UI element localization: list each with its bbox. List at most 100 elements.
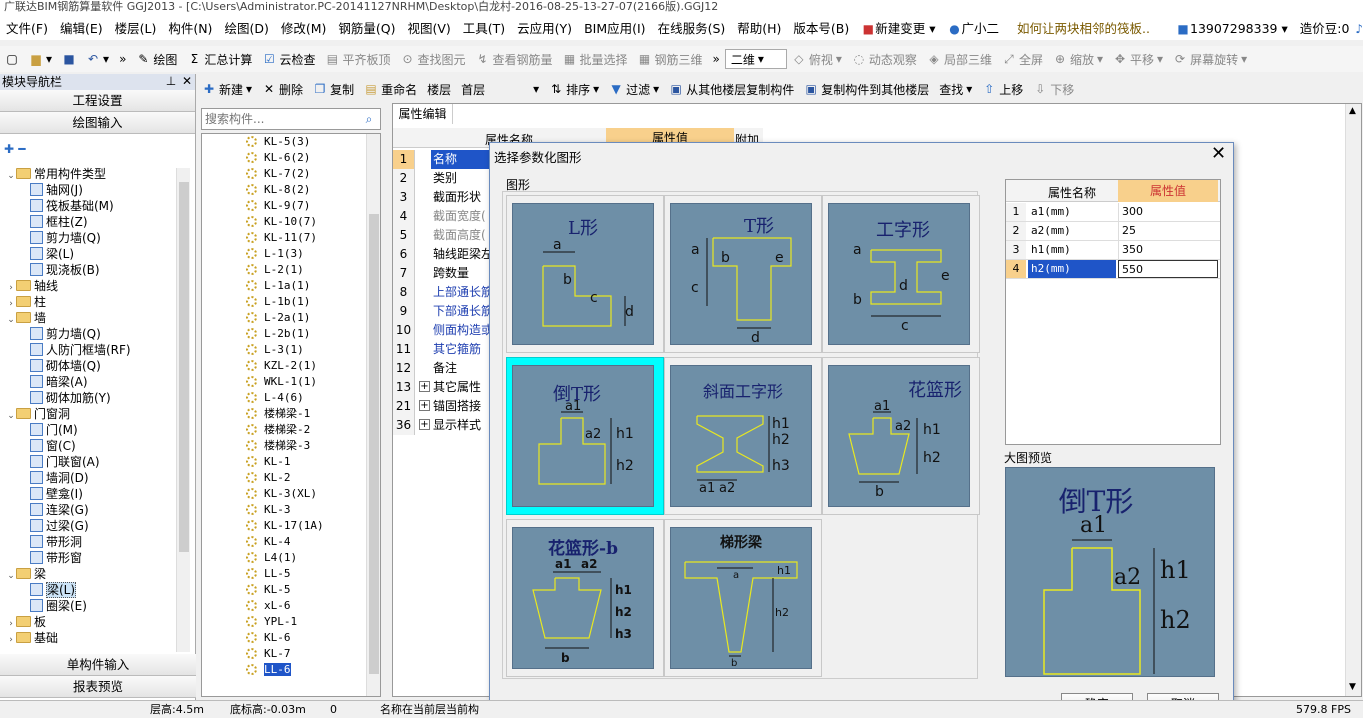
expand-icon[interactable]: + <box>419 419 430 430</box>
component-list-item[interactable]: KL-9(7) <box>202 198 380 214</box>
menu-bim[interactable]: BIM应用(I) <box>578 19 652 39</box>
screen-rotate-button[interactable]: ⟳ 屏幕旋转 ▾ <box>1168 48 1252 70</box>
component-list-item[interactable]: L-1a(1) <box>202 278 380 294</box>
component-list-item[interactable]: L-3(1) <box>202 342 380 358</box>
nav-tree-item[interactable]: › 柱 <box>0 294 195 310</box>
search-input[interactable] <box>202 109 352 129</box>
shape-l[interactable]: L形 a b c d <box>506 195 664 353</box>
component-list-item[interactable]: KL-3 <box>202 502 380 518</box>
component-list-item[interactable]: L-2a(1) <box>202 310 380 326</box>
nav-tree-item[interactable]: 筏板基础(M) <box>0 198 195 214</box>
menu-view[interactable]: 视图(V) <box>401 19 456 39</box>
copy-from-floor-button[interactable]: ▣ 从其他楼层复制构件 <box>664 78 799 100</box>
nav-tree-item[interactable]: 门联窗(A) <box>0 454 195 470</box>
component-list-item[interactable]: 楼梯梁-2 <box>202 422 380 438</box>
nav-tree-item[interactable]: 梁(L) <box>0 582 195 598</box>
rename-component-button[interactable]: ▤ 重命名 <box>359 78 422 100</box>
new-change-button[interactable]: ■新建变更 ▾ <box>855 19 941 39</box>
save-button[interactable]: ■ <box>57 48 81 70</box>
nav-tree-item[interactable]: ⌄ 常用构件类型 <box>0 166 195 182</box>
move-up-button[interactable]: ⇧ 上移 <box>977 78 1028 100</box>
component-list-item[interactable]: L-4(6) <box>202 390 380 406</box>
component-list-item[interactable]: KL-2 <box>202 470 380 486</box>
nav-tree-item[interactable]: 框柱(Z) <box>0 214 195 230</box>
component-list-item[interactable]: KL-11(7) <box>202 230 380 246</box>
ad-link[interactable]: 如何让两块相邻的筏板.. <box>1011 19 1156 39</box>
component-list-item[interactable]: KL-8(2) <box>202 182 380 198</box>
shape-i[interactable]: 工字形 a b d e c <box>822 195 980 353</box>
nav-tree-item[interactable]: › 轴线 <box>0 278 195 294</box>
nav-tree-item[interactable]: › 基础 <box>0 630 195 646</box>
find-button[interactable]: 查找 ▾ <box>934 78 977 100</box>
shape-trapezoid-beam[interactable]: 梯形梁 a h1 h2 b <box>664 519 822 677</box>
component-list-item[interactable]: KL-5(3) <box>202 134 380 150</box>
component-list-item[interactable]: KL-3(XL) <box>202 486 380 502</box>
top-view-button[interactable]: ◇ 俯视 ▾ <box>787 48 847 70</box>
bell-icon[interactable]: ♪ <box>1355 22 1363 36</box>
view-mode-select[interactable]: 二维 ▾ <box>724 49 787 69</box>
draw-input-button[interactable]: 绘图输入 <box>0 112 195 134</box>
component-list-item[interactable]: KL-10(7) <box>202 214 380 230</box>
nav-tree-item[interactable]: 窗(C) <box>0 438 195 454</box>
menu-tools[interactable]: 工具(T) <box>457 19 511 39</box>
property-scrollbar[interactable]: ▲ ▼ <box>1345 104 1361 696</box>
component-list-item[interactable]: LL-5 <box>202 566 380 582</box>
component-list-item[interactable]: KZL-2(1) <box>202 358 380 374</box>
menu-draw[interactable]: 绘图(D) <box>218 19 274 39</box>
draw-button[interactable]: ✎ 绘图 <box>131 48 182 70</box>
menu-floor[interactable]: 楼层(L) <box>109 19 163 39</box>
menu-component[interactable]: 构件(N) <box>162 19 218 39</box>
expand-icon[interactable]: › <box>6 632 16 648</box>
component-list-item[interactable]: L-2(1) <box>202 262 380 278</box>
param-value-input[interactable]: 25 <box>1118 222 1218 240</box>
user-account[interactable]: ■13907298339 ▾ <box>1170 19 1294 39</box>
component-list-item[interactable]: L-1b(1) <box>202 294 380 310</box>
menu-file[interactable]: 文件(F) <box>0 19 54 39</box>
new-file-button[interactable]: ▢ <box>0 48 24 70</box>
component-scroll-thumb[interactable] <box>369 214 379 674</box>
copy-to-floor-button[interactable]: ▣ 复制构件到其他楼层 <box>799 78 934 100</box>
pan-button[interactable]: ✥ 平移 ▾ <box>1108 48 1168 70</box>
filter-button[interactable]: ▼ 过滤 ▾ <box>604 78 664 100</box>
collapse-all-icon[interactable]: ━ <box>18 142 25 156</box>
orbit-button[interactable]: ◌ 动态观察 <box>847 48 922 70</box>
menu-rebar[interactable]: 钢筋量(Q) <box>332 19 401 39</box>
align-slab-top-button[interactable]: ▤ 平齐板顶 <box>320 48 395 70</box>
nav-tree-item[interactable]: 带形洞 <box>0 534 195 550</box>
shape-basket[interactable]: 花篮形 a1 a2 h1 h2 b <box>822 357 980 515</box>
fullscreen-button[interactable]: ⤢ 全屏 <box>997 48 1048 70</box>
shape-slanted-i[interactable]: 斜面工字形 h1 h2 h3 a1 a2 <box>664 357 822 515</box>
summary-calc-button[interactable]: Σ 汇总计算 <box>182 48 257 70</box>
nav-tree-item[interactable]: 连梁(G) <box>0 502 195 518</box>
component-list-item[interactable]: L-2b(1) <box>202 326 380 342</box>
assistant-button[interactable]: ● 广小二 <box>942 19 1006 39</box>
overflow-chevron[interactable]: » <box>114 48 131 70</box>
component-list-item[interactable]: KL-6 <box>202 630 380 646</box>
nav-tree-item[interactable]: 过梁(G) <box>0 518 195 534</box>
find-element-button[interactable]: ⊙ 查找图元 <box>395 48 470 70</box>
overflow-chevron-2[interactable]: » <box>708 48 725 70</box>
menu-help[interactable]: 帮助(H) <box>731 19 787 39</box>
component-list-item[interactable]: xL-6 <box>202 598 380 614</box>
shape-inverted-t[interactable]: 倒T形 a1 a2 h1 h2 <box>506 357 664 515</box>
component-list-item[interactable]: L4(1) <box>202 550 380 566</box>
nav-tree-item[interactable]: 梁(L) <box>0 246 195 262</box>
component-list-item[interactable]: KL-1 <box>202 454 380 470</box>
undo-button[interactable]: ↶ ▾ <box>81 48 114 70</box>
param-value-input[interactable]: 300 <box>1118 203 1218 221</box>
nav-tree-item[interactable]: 带形窗 <box>0 550 195 566</box>
param-row[interactable]: 2 a2(mm) 25 <box>1006 222 1220 241</box>
rebar-3d-button[interactable]: ▦ 钢筋三维 <box>633 48 708 70</box>
nav-tree-item[interactable]: 剪力墙(Q) <box>0 326 195 342</box>
view-rebar-button[interactable]: ↯ 查看钢筋量 <box>470 48 557 70</box>
floor-select[interactable]: 首层 ▾ <box>456 78 544 100</box>
nav-tree-item[interactable]: › 板 <box>0 614 195 630</box>
property-tab[interactable]: 属性编辑 <box>393 104 453 124</box>
pin-icon[interactable]: ⊥ <box>164 74 178 88</box>
nav-scroll-thumb[interactable] <box>179 182 189 552</box>
component-list-item[interactable]: KL-4 <box>202 534 380 550</box>
new-component-button[interactable]: ✚ 新建 ▾ <box>197 78 257 100</box>
delete-component-button[interactable]: ✕ 删除 <box>257 78 308 100</box>
component-list-item[interactable]: LL-6 <box>202 662 380 678</box>
nav-tree-item[interactable]: ⌄ 门窗洞 <box>0 406 195 422</box>
